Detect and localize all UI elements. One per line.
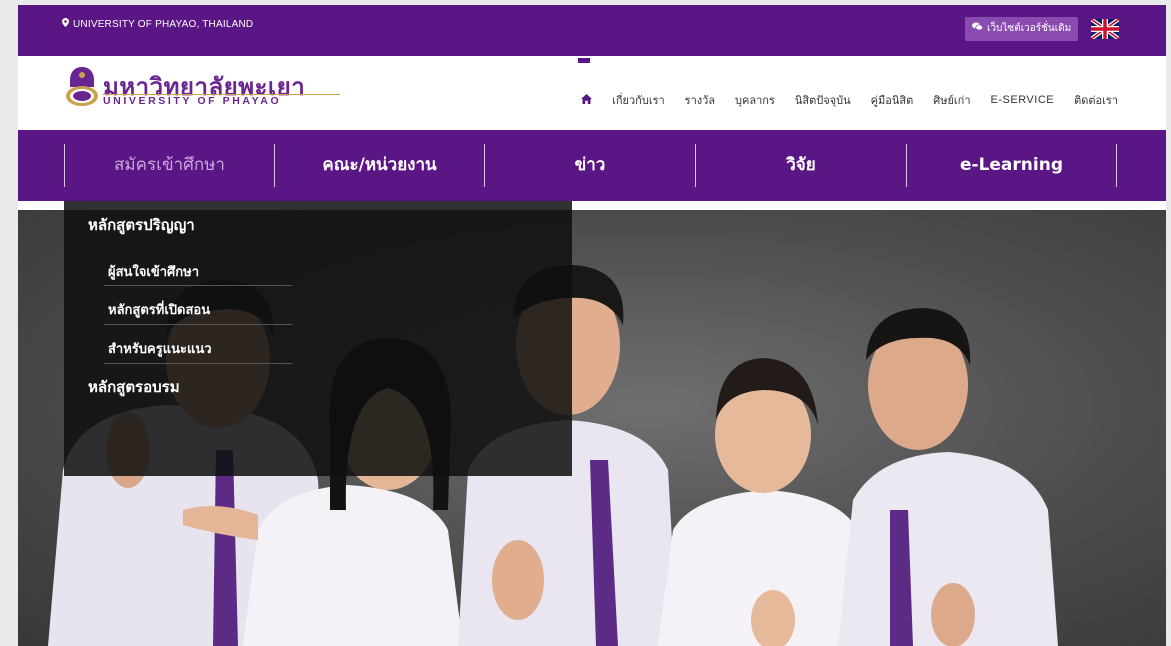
dropdown-divider <box>104 324 292 325</box>
admissions-dropdown-menu: หลักสูตรปริญญา ผู้สนใจเข้าศึกษา หลักสูตร… <box>64 201 572 476</box>
menu-divider <box>1116 144 1117 187</box>
university-seal-icon <box>66 67 98 106</box>
legacy-site-label: เว็บไซต์เวอร์ชั่นเดิม <box>987 23 1072 34</box>
menu-admissions[interactable]: สมัครเข้าศึกษา <box>65 130 274 201</box>
dropdown-for-counselors[interactable]: สำหรับครูแนะแนว <box>108 338 212 359</box>
university-logo[interactable]: มหาวิทยาลัยพะเยา UNIVERSITY OF PHAYAO <box>62 65 340 111</box>
nav-staff[interactable]: บุคลากร <box>735 91 775 109</box>
united-kingdom-flag-icon[interactable] <box>1091 19 1119 39</box>
nav-current-students[interactable]: นิสิตปัจจุบัน <box>795 91 851 109</box>
home-icon[interactable] <box>578 58 593 107</box>
nav-student-handbook[interactable]: คู่มือนิสิต <box>871 91 914 109</box>
dropdown-degree-programs[interactable]: หลักสูตรปริญญา <box>88 213 195 237</box>
nav-e-service[interactable]: E-SERVICE <box>991 94 1055 106</box>
menu-news[interactable]: ข่าว <box>485 130 695 201</box>
nav-about[interactable]: เกี่ยวกับเรา <box>612 91 665 109</box>
top-bar: UNIVERSITY OF PHAYAO, THAILAND เว็บไซต์เ… <box>18 5 1166 56</box>
page: UNIVERSITY OF PHAYAO, THAILAND เว็บไซต์เ… <box>18 5 1166 646</box>
menu-e-learning[interactable]: e-Learning <box>907 130 1116 201</box>
main-menu: สมัครเข้าศึกษา คณะ/หน่วยงาน ข่าว วิจัย e… <box>18 130 1166 201</box>
nav-contact[interactable]: ติดต่อเรา <box>1074 91 1118 109</box>
location-label: UNIVERSITY OF PHAYAO, THAILAND <box>73 19 254 30</box>
menu-faculties[interactable]: คณะ/หน่วยงาน <box>275 130 484 201</box>
active-indicator <box>578 58 591 63</box>
location-text: UNIVERSITY OF PHAYAO, THAILAND <box>62 18 253 30</box>
dropdown-divider <box>104 363 292 364</box>
dropdown-divider <box>104 285 292 286</box>
nav-alumni[interactable]: ศิษย์เก่า <box>933 91 970 109</box>
logo-english-name: UNIVERSITY OF PHAYAO <box>103 95 282 107</box>
nav-awards[interactable]: รางวัล <box>685 91 715 109</box>
top-navigation: เกี่ยวกับเรา รางวัล บุคลากร นิสิตปัจจุบั… <box>578 58 1118 109</box>
menu-research[interactable]: วิจัย <box>696 130 906 201</box>
dropdown-prospective-students[interactable]: ผู้สนใจเข้าศึกษา <box>108 261 199 282</box>
site-header: มหาวิทยาลัยพะเยา UNIVERSITY OF PHAYAO เก… <box>18 56 1166 130</box>
dropdown-training-programs[interactable]: หลักสูตรอบรม <box>88 375 180 399</box>
dropdown-programs-offered[interactable]: หลักสูตรที่เปิดสอน <box>108 299 210 320</box>
chat-icon <box>972 17 984 41</box>
legacy-site-button[interactable]: เว็บไซต์เวอร์ชั่นเดิม <box>965 17 1079 41</box>
map-pin-icon <box>62 18 69 30</box>
